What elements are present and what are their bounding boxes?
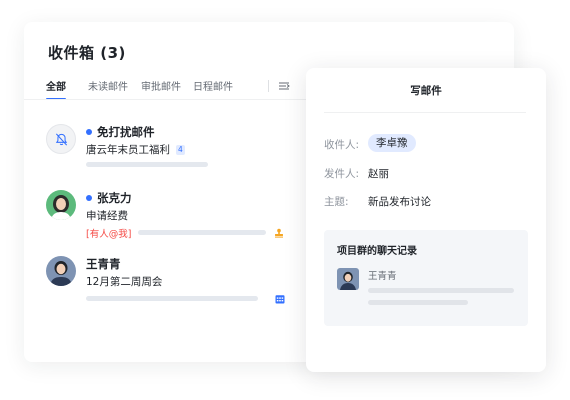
sender-name: 王青青 [86, 257, 121, 271]
tab-separator [268, 80, 269, 92]
compose-divider [324, 112, 526, 113]
tab-unread[interactable]: 未读邮件 [88, 78, 128, 93]
mail-subject: 申请经费 [86, 208, 128, 223]
mail-sender: 张克力 [86, 190, 132, 206]
inbox-title: 收件箱 (3) [48, 44, 126, 62]
avatar [46, 124, 76, 154]
count-badge: 4 [176, 144, 185, 155]
stamp-icon[interactable] [274, 228, 284, 238]
filter-menu-icon[interactable] [278, 80, 290, 92]
sender-label: 发件人: [324, 168, 360, 180]
subject-label: 主题: [324, 196, 349, 208]
chat-sender-name: 王青青 [368, 271, 397, 282]
chat-placeholder [368, 288, 514, 293]
tab-approval[interactable]: 审批邮件 [141, 78, 181, 93]
avatar [46, 256, 76, 286]
subject-text: 唐云年末员工福利 [86, 144, 170, 156]
avatar-photo-icon [46, 190, 76, 220]
subject-text: 12月第二周周会 [86, 276, 163, 288]
unread-dot [86, 129, 92, 135]
avatar [46, 190, 76, 220]
tab-calendar[interactable]: 日程邮件 [193, 78, 233, 93]
preview-placeholder [86, 162, 208, 167]
avatar-photo-icon [337, 268, 359, 290]
mention-tag: [有人@我] [86, 229, 132, 240]
mail-sender: 免打扰邮件 [86, 124, 155, 140]
chat-avatar [337, 268, 359, 290]
recipient-chip[interactable]: 李卓豫 [368, 134, 416, 152]
avatar-photo-icon [46, 256, 76, 286]
sender-field[interactable]: 赵丽 [368, 166, 389, 181]
chat-record-card[interactable]: 项目群的聊天记录 王青青 [324, 230, 528, 326]
compose-panel: 写邮件 收件人: 李卓豫 发件人: 赵丽 主题: 新品发布讨论 项目群的聊天记录… [306, 68, 546, 372]
bell-off-icon [55, 133, 68, 146]
mail-sender: 王青青 [86, 256, 121, 272]
chat-placeholder [368, 300, 468, 305]
sender-name: 张克力 [97, 191, 132, 205]
chat-record-title: 项目群的聊天记录 [337, 246, 417, 257]
preview-placeholder [86, 296, 258, 301]
tab-all[interactable]: 全部 [46, 78, 66, 93]
subject-text: 申请经费 [86, 210, 128, 222]
mail-subject: 唐云年末员工福利 4 [86, 142, 185, 157]
compose-title: 写邮件 [410, 85, 442, 97]
recipient-label: 收件人: [324, 139, 360, 151]
mail-subject: 12月第二周周会 [86, 274, 162, 289]
unread-dot [86, 195, 92, 201]
sender-name: 免打扰邮件 [97, 125, 155, 139]
subject-field[interactable]: 新品发布讨论 [368, 194, 431, 209]
calendar-icon[interactable] [275, 294, 285, 304]
preview-placeholder [138, 230, 266, 235]
